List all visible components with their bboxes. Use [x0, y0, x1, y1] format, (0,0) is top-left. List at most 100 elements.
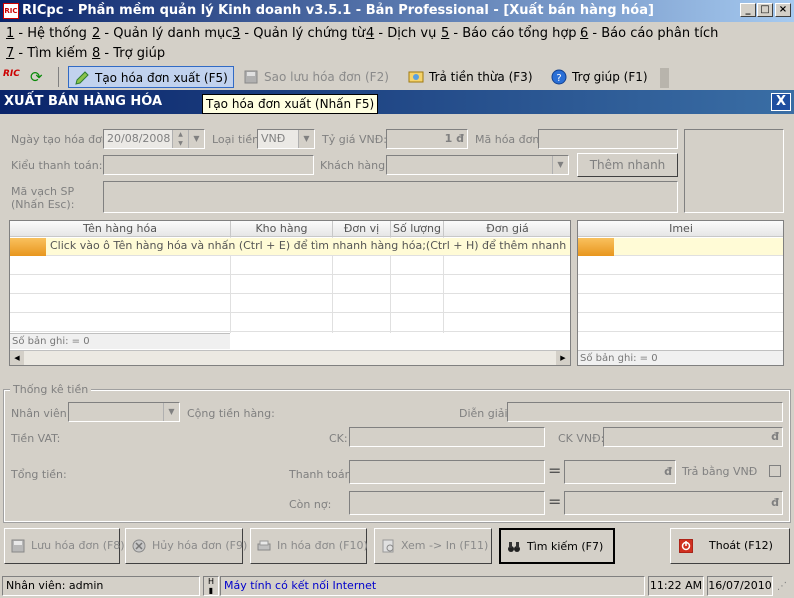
table-row[interactable]: [578, 276, 783, 294]
debt-result-field[interactable]: đ: [564, 491, 783, 515]
table-row[interactable]: [578, 295, 783, 313]
column-header[interactable]: Đơn vị tính: [333, 221, 391, 251]
note-field[interactable]: [507, 402, 783, 422]
save-invoice-button[interactable]: Lưu hóa đơn (F8): [4, 528, 125, 564]
discount-label: CK:: [329, 432, 348, 445]
equals-sign: =: [548, 492, 562, 511]
menu-item-vouchers[interactable]: 3 - Quản lý chứng từ: [232, 24, 365, 44]
record-count: Số bản ghi: = 0: [578, 350, 783, 365]
paid-label: Thanh toán:: [289, 468, 356, 481]
preview-print-button[interactable]: Xem -> In (F11): [374, 528, 492, 564]
pencil-icon: [75, 71, 89, 85]
equals-sign: =: [548, 461, 562, 480]
table-row[interactable]: [10, 314, 570, 332]
discount-vnd-field[interactable]: đ: [603, 427, 783, 447]
preview-icon: [382, 539, 394, 553]
column-header[interactable]: Tên hàng hóa: [10, 221, 231, 237]
scroll-right-icon[interactable]: ▶: [556, 351, 570, 365]
customer-label: Khách hàng:: [320, 159, 389, 172]
column-header[interactable]: Số lượng: [391, 221, 444, 237]
currency-select[interactable]: VNĐ ▼: [257, 129, 315, 149]
refresh-icon[interactable]: ⟳: [30, 68, 48, 86]
column-header[interactable]: Kho hàng: [231, 221, 333, 237]
exit-button[interactable]: Thoát (F12): [670, 528, 790, 564]
search-button[interactable]: Tìm kiếm (F7): [499, 528, 615, 564]
scroll-left-icon[interactable]: ◀: [10, 351, 24, 365]
pay-vnd-label: Trả bằng VNĐ: [682, 465, 758, 478]
menu-item-catalog[interactable]: 2 - Quản lý danh mục: [92, 24, 232, 44]
status-time: 11:22 AM: [648, 576, 704, 596]
paid-field[interactable]: [349, 460, 545, 484]
discount-field[interactable]: [349, 427, 545, 447]
minimize-icon[interactable]: _: [740, 3, 756, 17]
cancel-invoice-button[interactable]: Hủy hóa đơn (F9): [125, 528, 247, 564]
toolbar-grip: [58, 67, 64, 87]
print-invoice-button[interactable]: In hóa đơn (F10): [250, 528, 368, 564]
column-header[interactable]: Đơn giá: [444, 221, 570, 237]
svg-text:?: ?: [556, 73, 561, 84]
row-indicator: [578, 238, 614, 256]
row-indicator: [10, 238, 46, 256]
help-button[interactable]: ? Trợ giúp (F1): [546, 66, 658, 88]
table-row[interactable]: [10, 257, 570, 275]
refund-button[interactable]: Trả tiền thừa (F3): [403, 66, 539, 88]
date-picker[interactable]: 20/08/2008 ▼ ▲ ▼: [103, 129, 205, 149]
chevron-down-icon[interactable]: ▼: [163, 403, 179, 421]
form-close-button[interactable]: X: [771, 93, 791, 111]
menu-item-services[interactable]: 4 - Dịch vụ: [366, 24, 436, 44]
window-title-bar: RIC RICpc - Phần mềm quản lý Kinh doanh …: [0, 0, 794, 22]
paid-result-field[interactable]: đ: [564, 460, 676, 484]
chevron-down-icon[interactable]: ▼: [298, 130, 314, 148]
power-icon: [679, 539, 693, 553]
chevron-down-icon[interactable]: ▼: [188, 130, 204, 148]
toolbar-overflow-icon[interactable]: [660, 68, 669, 88]
goods-grid: Tên hàng hóa Kho hàng Đơn vị tính Số lượ…: [9, 220, 571, 366]
summary-group-title: Thống kê tiền: [10, 383, 92, 396]
table-row[interactable]: Click vào ô Tên hàng hóa và nhấn (Ctrl +…: [10, 238, 570, 256]
menu-item-system[interactable]: 1 - Hệ thống: [6, 24, 87, 44]
invoice-code-label: Mã hóa đơn:: [475, 133, 544, 146]
cancel-icon: [132, 539, 146, 553]
exchange-rate-field[interactable]: 1 đ: [386, 129, 468, 149]
horizontal-scrollbar[interactable]: ◀ ▶: [10, 350, 570, 365]
pay-vnd-checkbox[interactable]: [769, 465, 781, 477]
save-disk-icon: [11, 539, 25, 553]
spin-icon[interactable]: ▲ ▼: [172, 130, 188, 148]
table-row[interactable]: [578, 314, 783, 332]
close-icon[interactable]: ×: [775, 3, 791, 17]
quick-add-button[interactable]: Thêm nhanh (F6): [577, 153, 678, 194]
barcode-input[interactable]: [103, 181, 678, 213]
network-icon: H ▮: [203, 576, 219, 596]
vat-label: Tiền VAT:: [11, 432, 61, 445]
resize-grip-icon[interactable]: ⋰: [777, 580, 791, 594]
debt-field[interactable]: [349, 491, 545, 515]
table-row[interactable]: [10, 295, 570, 313]
table-row[interactable]: [578, 257, 783, 275]
table-row[interactable]: [578, 238, 783, 256]
app-logo-icon: RIC: [3, 3, 19, 19]
status-network: Máy tính có kết nối Internet: [220, 576, 645, 596]
invoice-code-field[interactable]: [538, 129, 678, 149]
save-disk-icon: [244, 70, 258, 84]
column-header[interactable]: Imei: [578, 221, 783, 237]
imei-grid: Imei Số bản ghi: = 0: [577, 220, 784, 366]
customer-select[interactable]: ▼: [386, 155, 569, 175]
staff-label: Nhân viên:: [11, 407, 71, 420]
table-row[interactable]: [10, 276, 570, 294]
backup-invoice-button[interactable]: Sao lưu hóa đơn (F2): [238, 66, 398, 88]
menu-item-search[interactable]: 7 - Tìm kiếm: [6, 44, 87, 64]
payment-type-field[interactable]: [103, 155, 314, 175]
exchange-rate-label: Tỷ giá VNĐ:: [322, 133, 387, 146]
printer-icon: [257, 540, 271, 551]
chevron-down-icon[interactable]: ▼: [552, 156, 568, 174]
staff-select[interactable]: ▼: [68, 402, 180, 422]
menu-item-analysis-report[interactable]: 6 - Báo cáo phân tích: [580, 24, 718, 44]
total-goods-label: Cộng tiền hàng:: [187, 407, 275, 420]
menu-item-help[interactable]: 8 - Trợ giúp: [92, 44, 165, 64]
maximize-icon[interactable]: □: [757, 3, 773, 17]
menu-item-summary-report[interactable]: 5 - Báo cáo tổng hợp: [441, 24, 577, 44]
note-label: Diễn giải:: [459, 407, 512, 420]
form-title: XUẤT BÁN HÀNG HÓA: [4, 94, 163, 109]
create-invoice-button[interactable]: Tạo hóa đơn xuất (F5): [68, 66, 234, 88]
barcode-label: Mã vạch SP (Nhấn Esc):: [11, 185, 75, 211]
